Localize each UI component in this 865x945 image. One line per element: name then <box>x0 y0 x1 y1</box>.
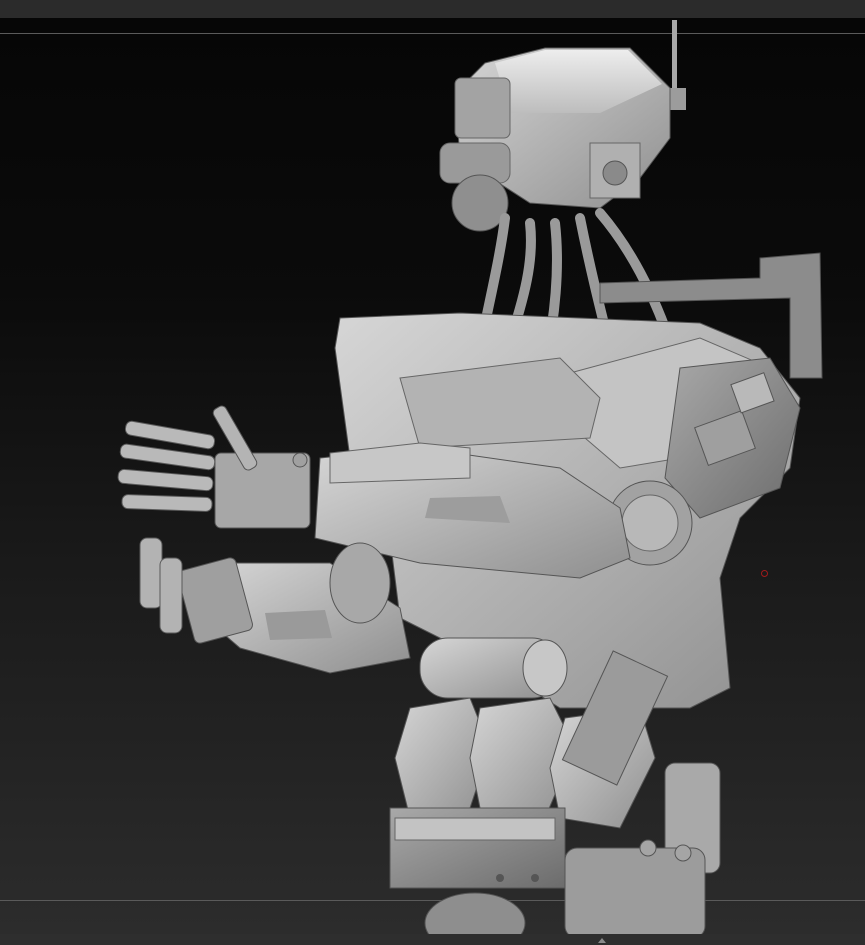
canvas-viewport[interactable] <box>0 18 865 934</box>
robot-head <box>439 47 671 232</box>
app-window <box>0 0 865 945</box>
triangle-up-icon[interactable] <box>598 938 606 943</box>
bottom-status-strip <box>0 934 865 945</box>
pivot-point-icon[interactable] <box>761 570 768 577</box>
upper-hand <box>117 405 311 529</box>
robot-mesh[interactable] <box>0 18 865 934</box>
top-toolbar-strip <box>0 0 865 18</box>
lower-hand <box>139 537 253 644</box>
